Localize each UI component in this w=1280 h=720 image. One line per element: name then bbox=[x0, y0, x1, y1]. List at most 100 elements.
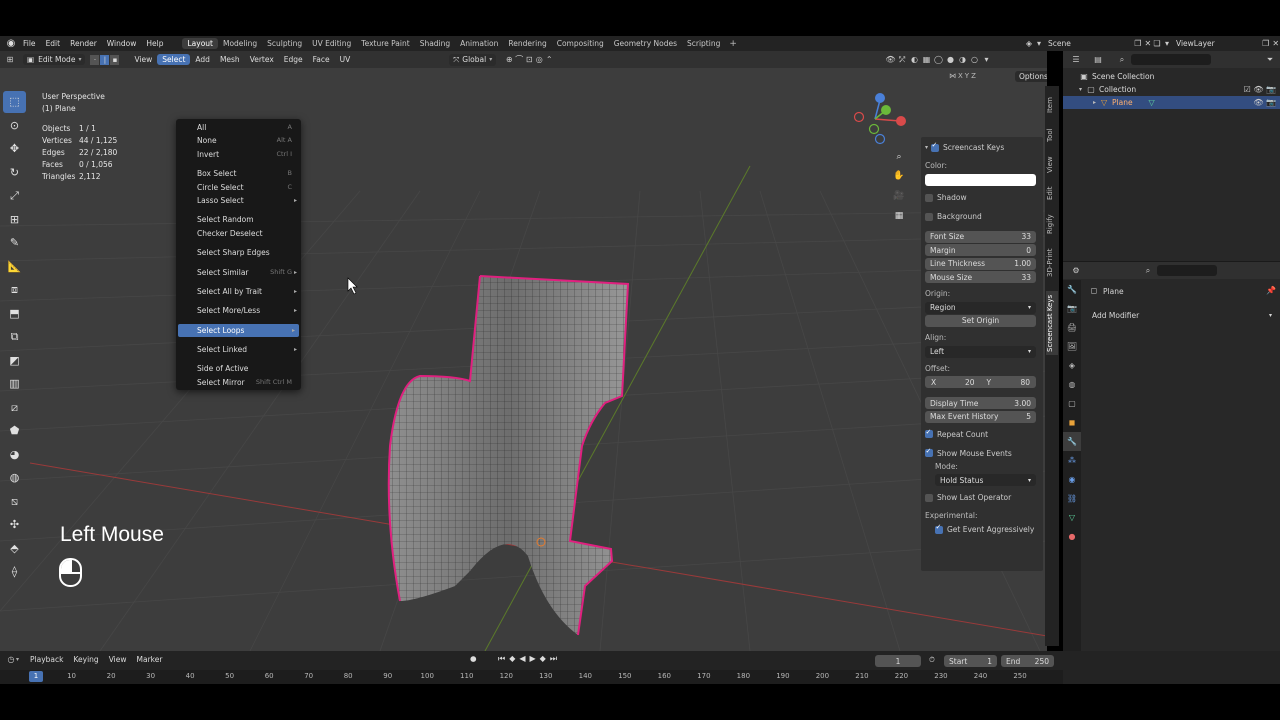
object-tab-icon[interactable]: ◼ bbox=[1063, 413, 1081, 432]
scale-tool-icon[interactable]: ⤢ bbox=[3, 185, 26, 207]
set-origin-button[interactable]: Set Origin bbox=[925, 315, 1036, 327]
select-menu-item-select-similar[interactable]: Select Similar Shift G ▸ bbox=[176, 266, 301, 279]
select-menu-item-none[interactable]: None Alt A bbox=[176, 134, 301, 147]
scene-name[interactable]: Scene bbox=[1048, 39, 1071, 48]
properties-search-input[interactable] bbox=[1157, 265, 1217, 276]
menu-help[interactable]: Help bbox=[141, 39, 168, 48]
sidebar-tab-item[interactable]: Item bbox=[1046, 94, 1058, 116]
menu-render[interactable]: Render bbox=[65, 39, 102, 48]
edge-select-icon[interactable]: | bbox=[100, 54, 110, 65]
blender-logo-icon[interactable]: ◉ bbox=[4, 37, 18, 51]
output-tab-icon[interactable]: 🖨 bbox=[1063, 318, 1081, 337]
add-workspace-button[interactable]: + bbox=[725, 39, 741, 49]
navigation-gizmo[interactable] bbox=[850, 91, 910, 151]
start-frame-field[interactable]: Start 1 bbox=[944, 655, 997, 667]
tab-geometry-nodes[interactable]: Geometry Nodes bbox=[609, 38, 682, 49]
outliner-row-collection[interactable]: ▾ ▢ Collection ☑ 👁 📷 bbox=[1063, 83, 1280, 96]
outliner-row-plane[interactable]: ▸ ▽ Plane ▽ 👁 📷 bbox=[1063, 96, 1280, 109]
select-menu-item-select-random[interactable]: Select Random bbox=[176, 213, 301, 226]
3d-viewport[interactable]: ⊞ ▣ Edit Mode ▾ · | ▪ View Select Add Mesh V… bbox=[0, 51, 1047, 651]
tab-scripting[interactable]: Scripting bbox=[682, 38, 725, 49]
get-event-aggressively-checkbox[interactable] bbox=[935, 523, 943, 534]
editor-type-icon[interactable]: ◷ bbox=[6, 655, 16, 665]
jump-end-icon[interactable]: ⏭ bbox=[550, 654, 557, 664]
timeline-menu-marker[interactable]: Marker bbox=[132, 655, 168, 664]
tab-animation[interactable]: Animation bbox=[455, 38, 503, 49]
options-dropdown[interactable]: Options▾ bbox=[1015, 71, 1047, 82]
sidebar-tab-tool[interactable]: Tool bbox=[1046, 124, 1058, 146]
solid-shading-icon[interactable]: ● bbox=[945, 55, 956, 64]
menu-file[interactable]: File bbox=[18, 39, 41, 48]
origin-dropdown[interactable]: Region ▾ bbox=[925, 301, 1036, 314]
next-keyframe-icon[interactable]: ◆ bbox=[540, 654, 546, 664]
collection-visibility-icons[interactable]: ☑ 👁 📷 bbox=[1244, 83, 1276, 96]
expand-chevron-icon[interactable]: ▸ bbox=[1093, 96, 1096, 109]
select-menu-item-select-sharp-edges[interactable]: Select Sharp Edges bbox=[176, 246, 301, 259]
display-time-field[interactable]: Display Time 3.00 bbox=[925, 397, 1036, 409]
xray-icon[interactable]: ▦ bbox=[921, 55, 932, 64]
current-frame-field[interactable]: 1 bbox=[875, 655, 921, 667]
data-tab-icon[interactable]: ▽ bbox=[1063, 508, 1081, 527]
rip-region-tool-icon[interactable]: ⟠ bbox=[3, 561, 26, 583]
render-tab-icon[interactable]: 📷 bbox=[1063, 299, 1081, 318]
new-scene-icon[interactable]: ❐ bbox=[1133, 39, 1143, 49]
select-menu-item-select-mirror[interactable]: Select Mirror Shift Ctrl M bbox=[176, 376, 301, 389]
search-icon[interactable]: ⌕ bbox=[1117, 55, 1127, 65]
collection-tab-icon[interactable]: ▢ bbox=[1063, 394, 1081, 413]
delete-view-layer-icon[interactable]: ✕ bbox=[1271, 39, 1280, 49]
world-tab-icon[interactable]: ◍ bbox=[1063, 375, 1081, 394]
mirror-icon[interactable]: ⋈ bbox=[949, 72, 956, 80]
prev-keyframe-icon[interactable]: ◆ bbox=[509, 654, 515, 664]
spin-tool-icon[interactable]: ◕ bbox=[3, 444, 26, 466]
physics-tab-icon[interactable]: ◉ bbox=[1063, 470, 1081, 489]
select-menu-item-invert[interactable]: Invert Ctrl I bbox=[176, 148, 301, 161]
snap-target-icon[interactable]: ⊡ bbox=[524, 55, 534, 65]
pivot-point-icon[interactable]: ⊕ bbox=[504, 55, 514, 65]
visibility-icon[interactable]: 👁 bbox=[885, 55, 896, 64]
select-menu-item-box-select[interactable]: Box Select B bbox=[176, 167, 301, 180]
outliner-row-scene-collection[interactable]: ▣ Scene Collection bbox=[1063, 70, 1280, 83]
constraints-tab-icon[interactable]: ⛓ bbox=[1063, 489, 1081, 508]
offset-y-field[interactable]: Y 80 bbox=[981, 378, 1037, 387]
mirror-x-toggle[interactable]: X bbox=[958, 72, 963, 80]
material-tab-icon[interactable]: ● bbox=[1063, 527, 1081, 546]
extrude-tool-icon[interactable]: ⬒ bbox=[3, 303, 26, 325]
tab-rendering[interactable]: Rendering bbox=[503, 38, 551, 49]
new-view-layer-icon[interactable]: ❐ bbox=[1261, 39, 1271, 49]
tool-tab-icon[interactable]: 🔧 bbox=[1063, 280, 1081, 299]
tab-compositing[interactable]: Compositing bbox=[552, 38, 609, 49]
select-menu-item-checker-deselect[interactable]: Checker Deselect bbox=[176, 227, 301, 240]
gizmo-x-axis[interactable] bbox=[896, 116, 906, 126]
shrink-fatten-tool-icon[interactable]: ✣ bbox=[3, 514, 26, 536]
transform-orientation-dropdown[interactable]: ⤧ Global ▾ bbox=[449, 53, 497, 66]
tab-uv-editing[interactable]: UV Editing bbox=[307, 38, 356, 49]
bevel-tool-icon[interactable]: ◩ bbox=[3, 350, 26, 372]
gizmo-neg-z[interactable] bbox=[874, 133, 886, 145]
panel-header[interactable]: ▾ Screencast Keys bbox=[925, 140, 1039, 155]
viewport-menu-vertex[interactable]: Vertex bbox=[245, 54, 279, 65]
proportional-edit-icon[interactable]: ◎ bbox=[534, 55, 544, 65]
move-tool-icon[interactable]: ✥ bbox=[3, 138, 26, 160]
menu-edit[interactable]: Edit bbox=[41, 39, 66, 48]
show-last-operator-checkbox[interactable] bbox=[925, 493, 933, 502]
modifier-tab-icon[interactable]: 🔧 bbox=[1063, 432, 1081, 451]
select-menu-item-all[interactable]: All A bbox=[176, 121, 301, 134]
shear-tool-icon[interactable]: ⬘ bbox=[3, 538, 26, 560]
sidebar-tab-edit[interactable]: Edit bbox=[1046, 183, 1058, 203]
sidebar-tab-screencast-keys[interactable]: Screencast Keys bbox=[1046, 291, 1058, 355]
cursor-tool-icon[interactable]: ⊙ bbox=[3, 115, 26, 137]
editor-type-icon[interactable]: ⚙ bbox=[1071, 266, 1081, 276]
measure-tool-icon[interactable]: 📐 bbox=[3, 256, 26, 278]
expand-chevron-icon[interactable]: ▾ bbox=[1079, 83, 1082, 96]
mirror-z-toggle[interactable]: Z bbox=[971, 72, 976, 80]
vertex-select-icon[interactable]: · bbox=[90, 54, 100, 65]
mirror-y-toggle[interactable]: Y bbox=[965, 72, 969, 80]
rotate-tool-icon[interactable]: ↻ bbox=[3, 162, 26, 184]
zoom-icon[interactable]: ⌕ bbox=[891, 149, 907, 165]
timeline-menu-keying[interactable]: Keying bbox=[68, 655, 103, 664]
select-menu-item-lasso-select[interactable]: Lasso Select ▸ bbox=[176, 194, 301, 207]
screencast-enable-checkbox[interactable] bbox=[931, 141, 940, 152]
falloff-icon[interactable]: ⌃ bbox=[544, 55, 554, 65]
font-size-field[interactable]: Font Size 33 bbox=[925, 230, 1036, 243]
select-menu-item-select-linked[interactable]: Select Linked ▸ bbox=[176, 343, 301, 356]
